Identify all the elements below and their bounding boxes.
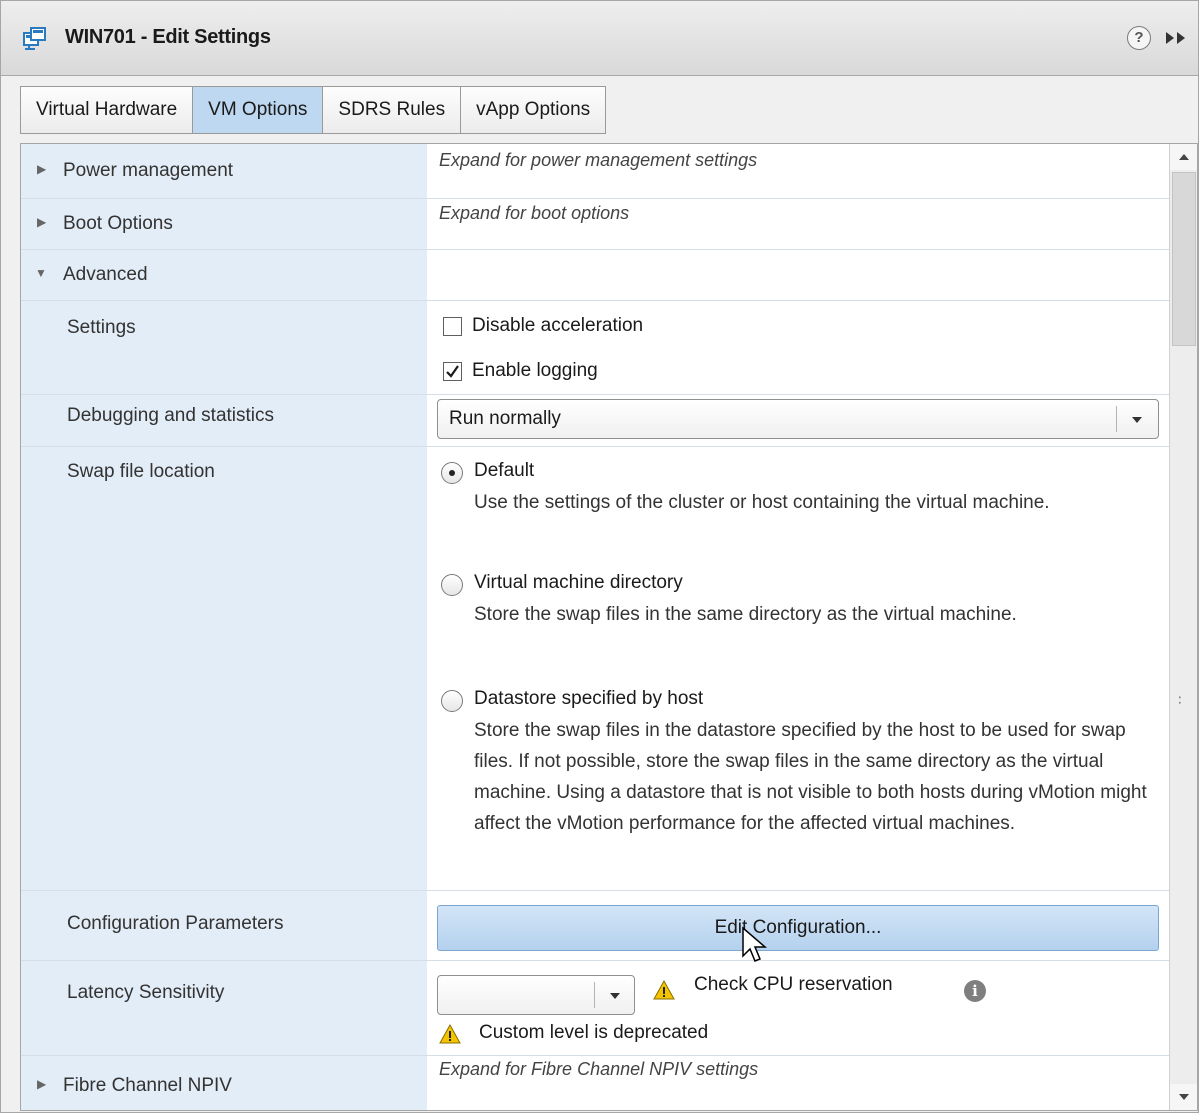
vertical-scrollbar[interactable]: ∶ bbox=[1169, 144, 1197, 1110]
settings-panel: ▶ Power management Expand for power mana… bbox=[20, 143, 1198, 1111]
swap-datastore-radio[interactable] bbox=[441, 690, 463, 712]
double-chevron-right-icon[interactable] bbox=[1164, 31, 1190, 45]
swap-datastore-label[interactable]: Datastore specified by host bbox=[474, 688, 703, 710]
fibre-channel-npiv-label: Fibre Channel NPIV bbox=[63, 1075, 232, 1096]
latency-sensitivity-label: Latency Sensitivity bbox=[67, 982, 225, 1003]
swap-datastore-description: Store the swap files in the datastore sp… bbox=[474, 720, 1147, 834]
fibre-channel-npiv-hint: Expand for Fibre Channel NPIV settings bbox=[439, 1059, 759, 1079]
info-icon[interactable]: i bbox=[964, 980, 986, 1002]
row-advanced[interactable]: ▼ Advanced bbox=[21, 249, 1169, 301]
row-fibre-channel-npiv[interactable]: ▶ Fibre Channel NPIV Expand for Fibre Ch… bbox=[21, 1055, 1169, 1110]
latency-sensitivity-select[interactable] bbox=[437, 975, 635, 1015]
settings-label: Settings bbox=[67, 317, 136, 338]
enable-logging-checkbox[interactable] bbox=[443, 362, 462, 381]
tab-sdrs-rules[interactable]: SDRS Rules bbox=[322, 86, 462, 134]
checkmark-icon bbox=[446, 365, 459, 378]
debugging-label: Debugging and statistics bbox=[67, 405, 275, 426]
debugging-select-value: Run normally bbox=[449, 408, 561, 429]
edit-settings-dialog: WIN701 - Edit Settings ? Virtual Hardwar… bbox=[0, 0, 1199, 1113]
expand-arrow-icon[interactable]: ▶ bbox=[37, 215, 46, 229]
dropdown-arrow-icon[interactable] bbox=[1116, 406, 1157, 432]
help-icon[interactable]: ? bbox=[1127, 26, 1151, 50]
title-bar: WIN701 - Edit Settings ? bbox=[1, 1, 1198, 76]
disable-acceleration-checkbox[interactable] bbox=[443, 317, 462, 336]
dropdown-arrow-icon[interactable] bbox=[594, 982, 635, 1008]
power-management-label: Power management bbox=[63, 160, 234, 181]
dialog-title: WIN701 - Edit Settings bbox=[65, 26, 271, 48]
row-power-management[interactable]: ▶ Power management Expand for power mana… bbox=[21, 144, 1169, 199]
tab-vm-options[interactable]: VM Options bbox=[192, 86, 324, 134]
row-boot-options[interactable]: ▶ Boot Options Expand for boot options bbox=[21, 198, 1169, 250]
swap-default-radio[interactable] bbox=[441, 462, 463, 484]
tab-vapp-options[interactable]: vApp Options bbox=[460, 86, 607, 134]
row-settings: Settings Disable acceleration Enable log… bbox=[21, 300, 1169, 395]
swap-vm-directory-description: Store the swap files in the same directo… bbox=[474, 604, 1017, 625]
warning-icon bbox=[653, 980, 675, 1000]
tab-bar: Virtual Hardware VM Options SDRS Rules v… bbox=[20, 86, 607, 134]
boot-options-hint: Expand for boot options bbox=[439, 203, 630, 223]
power-management-hint: Expand for power management settings bbox=[439, 150, 758, 170]
swap-default-description: Use the settings of the cluster or host … bbox=[474, 492, 1050, 513]
swap-file-location-label: Swap file location bbox=[67, 461, 215, 482]
swap-vm-directory-label[interactable]: Virtual machine directory bbox=[474, 572, 683, 594]
expand-arrow-icon[interactable]: ▶ bbox=[37, 1077, 46, 1091]
expand-arrow-icon[interactable]: ▶ bbox=[37, 162, 46, 176]
row-debugging: Debugging and statistics Run normally bbox=[21, 394, 1169, 447]
check-cpu-reservation-warning: Check CPU reservation bbox=[694, 974, 893, 995]
mouse-cursor-icon bbox=[742, 926, 767, 962]
virtual-machine-icon bbox=[23, 27, 46, 50]
tab-virtual-hardware[interactable]: Virtual Hardware bbox=[20, 86, 194, 134]
debugging-select[interactable]: Run normally bbox=[437, 399, 1159, 439]
configuration-parameters-label: Configuration Parameters bbox=[67, 913, 284, 934]
enable-logging-label[interactable]: Enable logging bbox=[472, 360, 598, 382]
resize-grip-icon[interactable]: ∶ bbox=[1178, 692, 1182, 709]
custom-level-deprecated-warning: Custom level is deprecated bbox=[479, 1022, 709, 1043]
scroll-up-icon[interactable] bbox=[1170, 144, 1197, 170]
boot-options-label: Boot Options bbox=[63, 213, 173, 234]
warning-icon bbox=[439, 1024, 461, 1044]
edit-configuration-button[interactable]: Edit Configuration... bbox=[437, 905, 1159, 951]
collapse-arrow-icon[interactable]: ▼ bbox=[35, 266, 47, 280]
row-swap-file-location: Swap file location Default Use the setti… bbox=[21, 446, 1169, 891]
disable-acceleration-label[interactable]: Disable acceleration bbox=[472, 315, 643, 337]
advanced-label: Advanced bbox=[63, 264, 148, 285]
swap-default-label[interactable]: Default bbox=[474, 460, 534, 482]
scrollbar-thumb[interactable] bbox=[1172, 172, 1196, 346]
scroll-down-icon[interactable] bbox=[1170, 1084, 1197, 1110]
row-latency-sensitivity: Latency Sensitivity Check CPU reservatio… bbox=[21, 960, 1169, 1056]
swap-vm-directory-radio[interactable] bbox=[441, 574, 463, 596]
